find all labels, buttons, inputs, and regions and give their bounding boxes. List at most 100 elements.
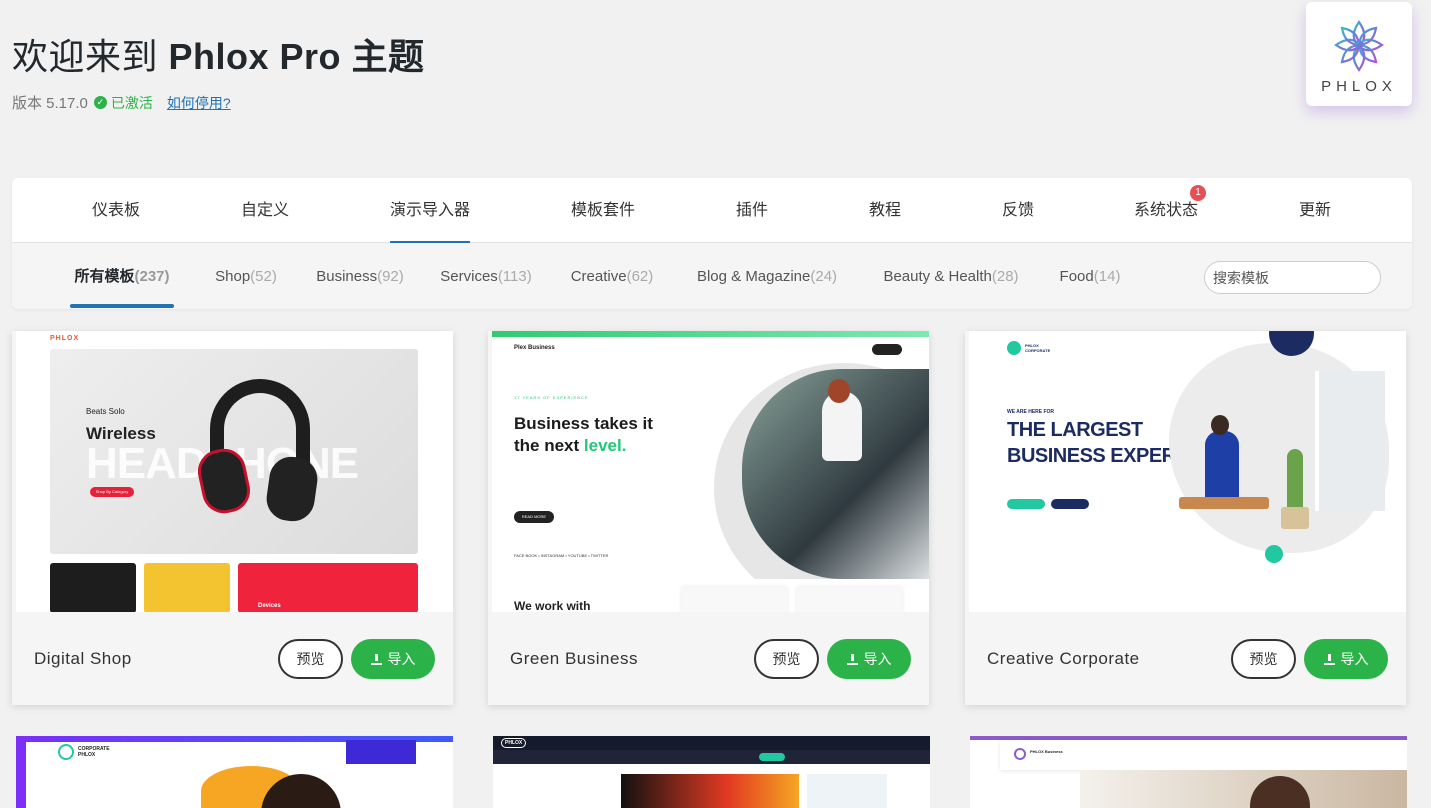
- thumb-heading-line2: BUSINESS EXPERT: [1007, 445, 1188, 467]
- import-button[interactable]: 导入: [1304, 639, 1388, 679]
- thumb-tile-label: Devices: [258, 603, 281, 609]
- thumb-sidebar: [16, 736, 26, 808]
- preview-button[interactable]: 预览: [754, 639, 819, 679]
- thumb-logo-mark: [58, 744, 74, 760]
- tab-updates[interactable]: 更新: [1299, 178, 1331, 243]
- category-label: Creative: [570, 268, 627, 285]
- template-card-row2-3[interactable]: PHLOX Business: [970, 736, 1407, 808]
- thumb-button: [1051, 499, 1089, 509]
- tab-label: 仪表板: [91, 202, 141, 219]
- category-label: Business: [316, 268, 378, 285]
- thumb-heading: Business takes it the next level.: [514, 413, 653, 457]
- preview-button[interactable]: 预览: [1231, 639, 1296, 679]
- tab-label: 反馈: [1001, 202, 1035, 219]
- tab-template-kits[interactable]: 模板套件: [571, 178, 635, 243]
- template-name: Green Business: [510, 649, 638, 668]
- thumb-hero: [621, 774, 799, 808]
- thumb-menu-bar: [493, 750, 930, 764]
- thumb-bottom-text: We work with: [514, 599, 591, 612]
- category-label: Blog & Magazine: [696, 268, 811, 285]
- thumb-search-button: [759, 753, 785, 761]
- logo-wordmark: PHLOX: [1321, 77, 1397, 95]
- template-card-row2-2[interactable]: PHLOX: [493, 736, 930, 808]
- thumb-person-head: [1211, 415, 1229, 435]
- thumb-brand: PHLOX CORPORATE: [1025, 343, 1051, 353]
- template-name: Creative Corporate: [987, 649, 1140, 668]
- thumb-brand: PHLOX Business: [1030, 749, 1063, 754]
- tab-feedback[interactable]: 反馈: [1002, 178, 1034, 243]
- tab-plugins[interactable]: 插件: [736, 178, 768, 243]
- tab-label: 教程: [868, 202, 902, 219]
- template-thumbnail[interactable]: PHLOX Beats Solo Wireless HEADPHONE Shop…: [16, 331, 453, 612]
- template-card-creative-corporate: PHLOX CORPORATE WE ARE HERE FOR THE LARG…: [965, 331, 1406, 705]
- thumb-feature-box: [797, 587, 902, 612]
- download-icon: [370, 653, 382, 665]
- active-category-indicator: [70, 304, 174, 308]
- card-footer: Digital Shop 预览 导入: [12, 612, 453, 705]
- tab-label: 插件: [735, 202, 769, 219]
- tab-tutorials[interactable]: 教程: [869, 178, 901, 243]
- version-line: 版本 5.17.0 ✓ 已激活 如何停用?: [12, 92, 425, 113]
- thumb-button: [1007, 499, 1045, 509]
- thumb-offer: [807, 774, 887, 808]
- thumb-brand: PHLOX: [50, 335, 80, 342]
- activated-label: 已激活: [110, 94, 153, 111]
- thumb-heading-line2: the next: [514, 436, 584, 455]
- category-creative[interactable]: Creative(62): [571, 243, 654, 309]
- title-theme-name: Phlox Pro 主题: [168, 36, 425, 77]
- template-card-green-business: Plex Business 17 YEARS OF EXPERIENCE Bus…: [488, 331, 929, 705]
- template-name: Digital Shop: [34, 649, 132, 668]
- tab-demo-importer[interactable]: 演示导入器: [389, 178, 471, 243]
- page-title: 欢迎来到 Phlox Pro 主题: [12, 28, 425, 80]
- main-tabs: 仪表板 自定义 演示导入器 模板套件 插件 教程 反馈 系统状态 1 更新: [12, 178, 1412, 243]
- thumb-person: [1205, 431, 1239, 501]
- thumb-button: READ MORE: [514, 511, 554, 523]
- import-button[interactable]: 导入: [827, 639, 911, 679]
- thumb-logo-mark: [1007, 341, 1021, 355]
- category-label: Food: [1059, 268, 1094, 285]
- how-to-deactivate-link[interactable]: 如何停用?: [167, 93, 231, 113]
- preview-button[interactable]: 预览: [278, 639, 343, 679]
- thumb-heading-line1: THE LARGEST: [1007, 419, 1143, 441]
- thumb-tile: Devices: [238, 563, 418, 612]
- thumb-logo-mark: [1014, 748, 1026, 760]
- tab-system-status[interactable]: 系统状态 1: [1133, 178, 1207, 243]
- phlox-logo: PHLOX: [1306, 2, 1412, 106]
- category-food[interactable]: Food(14): [1060, 243, 1121, 309]
- tabs-panel: 仪表板 自定义 演示导入器 模板套件 插件 教程 反馈 系统状态 1 更新 所有模…: [12, 178, 1412, 309]
- category-shop[interactable]: Shop(52): [215, 243, 277, 309]
- import-label: 导入: [863, 651, 892, 667]
- thumb-nav: PHLOX: [16, 331, 453, 347]
- lotus-logo-icon: [1334, 19, 1384, 72]
- card-footer: Green Business 预览 导入: [488, 612, 929, 705]
- category-all[interactable]: 所有模板(237): [74, 243, 169, 309]
- version-text: 版本 5.17.0: [12, 95, 88, 112]
- thumb-small-text: Beats Solo: [86, 407, 125, 416]
- thumb-topbar: [492, 331, 929, 337]
- tab-label: 自定义: [240, 202, 290, 219]
- thumb-tile: [144, 563, 230, 612]
- search-templates-input[interactable]: [1204, 261, 1381, 294]
- tab-dashboard[interactable]: 仪表板: [92, 178, 140, 243]
- tab-label: 模板套件: [570, 202, 636, 219]
- category-business[interactable]: Business(92): [316, 243, 404, 309]
- category-blog-magazine[interactable]: Blog & Magazine(24): [697, 243, 837, 309]
- tab-customize[interactable]: 自定义: [241, 178, 289, 243]
- activated-status: ✓ 已激活: [93, 93, 153, 113]
- tab-label: 系统状态: [1133, 202, 1199, 219]
- thumb-kicker: 17 YEARS OF EXPERIENCE: [514, 395, 589, 400]
- thumb-booth: [1315, 371, 1385, 511]
- category-beauty-health[interactable]: Beauty & Health(28): [883, 243, 1018, 309]
- template-card-row2-1[interactable]: CORPORATE PHLOX: [16, 736, 453, 808]
- thumb-heading-line1: Business takes it: [514, 414, 653, 433]
- thumb-dot: [1265, 545, 1283, 563]
- thumb-person-head: [828, 379, 850, 403]
- category-label: Services: [440, 268, 498, 285]
- import-button[interactable]: 导入: [351, 639, 435, 679]
- category-services[interactable]: Services(113): [440, 243, 531, 309]
- template-thumbnail[interactable]: Plex Business 17 YEARS OF EXPERIENCE Bus…: [492, 331, 929, 612]
- card-footer: Creative Corporate 预览 导入: [965, 612, 1406, 705]
- template-thumbnail[interactable]: PHLOX CORPORATE WE ARE HERE FOR THE LARG…: [969, 331, 1406, 612]
- thumb-tile: [50, 563, 136, 612]
- page-header: 欢迎来到 Phlox Pro 主题 版本 5.17.0 ✓ 已激活 如何停用?: [12, 28, 425, 113]
